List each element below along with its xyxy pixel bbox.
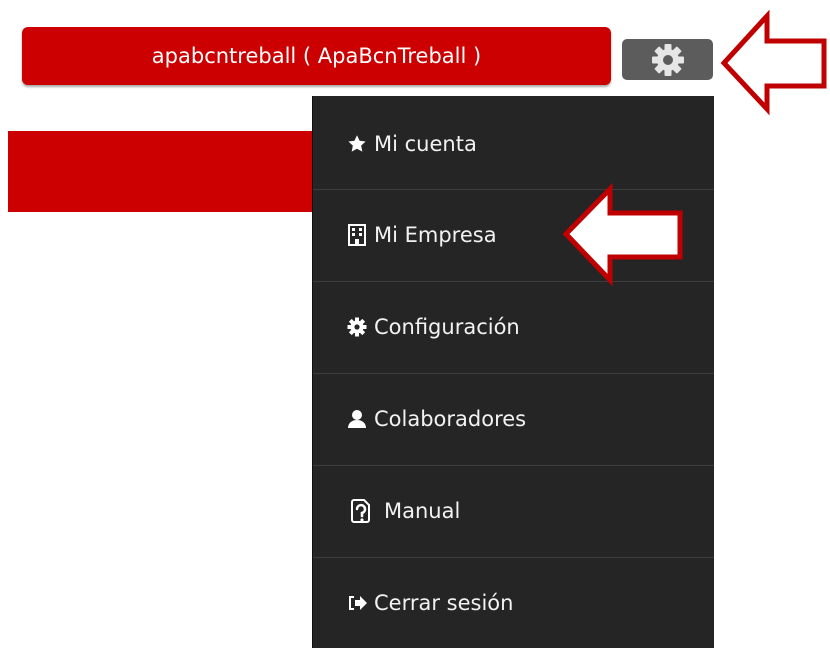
menu-item-label: Configuración: [374, 315, 520, 339]
annotation-arrow: [720, 9, 827, 116]
menu-item-cerrar-sesion[interactable]: Cerrar sesión: [313, 557, 714, 648]
menu-item-label: Cerrar sesión: [374, 591, 514, 615]
cog-icon: [345, 315, 369, 339]
menu-item-colaboradores[interactable]: Colaboradores: [313, 373, 714, 464]
user-account-label: apabcntreball ( ApaBcnTreball ): [151, 44, 482, 68]
help-document-icon: [345, 499, 373, 523]
menu-item-label: Mi cuenta: [374, 131, 477, 156]
star-icon: [345, 132, 369, 156]
menu-item-label: Colaboradores: [374, 407, 527, 431]
settings-dropdown-menu: Mi cuenta Mi Empresa Configuración Colab…: [312, 96, 714, 648]
menu-item-configuracion[interactable]: Configuración: [313, 281, 714, 372]
user-icon: [345, 407, 369, 431]
page-banner: [8, 131, 313, 212]
menu-item-mi-cuenta[interactable]: Mi cuenta: [313, 98, 714, 189]
annotation-arrow: [562, 183, 683, 287]
user-account-button[interactable]: apabcntreball ( ApaBcnTreball ): [22, 27, 611, 85]
settings-dropdown-toggle[interactable]: [622, 39, 713, 80]
sign-out-icon: [345, 591, 369, 615]
building-icon: [345, 223, 369, 247]
menu-item-label: Mi Empresa: [374, 223, 497, 247]
gear-icon: [651, 43, 684, 76]
menu-item-label: Manual: [384, 499, 461, 523]
menu-item-manual[interactable]: Manual: [313, 465, 714, 556]
